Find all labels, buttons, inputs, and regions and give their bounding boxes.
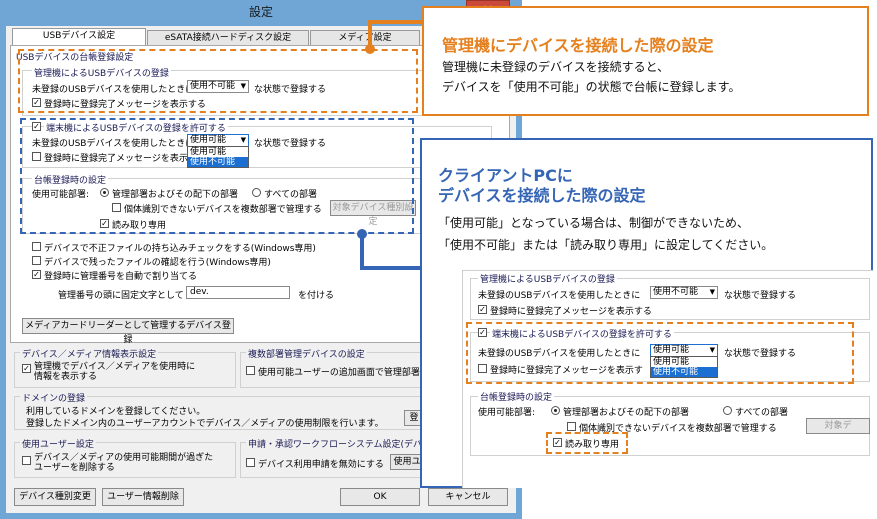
admin-callout: 管理機にデバイスを接続した際の設定 管理機に未登録のデバイスを接続すると、 デバ… <box>422 6 869 116</box>
zoom-radio-all-dept[interactable] <box>723 406 732 415</box>
zoom-line-suffix: な状態で登録する <box>724 291 797 301</box>
admin-connector-dot <box>365 44 375 54</box>
zoom-radio-admin-dept[interactable] <box>551 406 560 415</box>
zoom-terminal-highlight <box>466 322 854 384</box>
zoom-radio-admin-label: 管理部署およびその配下の部署 <box>563 408 690 418</box>
zoom-msg-checkbox[interactable]: ✓ <box>478 305 487 314</box>
client-callout-line2: 「使用不可能」または「読み取り専用」に設定してください。 <box>438 238 774 252</box>
admin-callout-line1: 管理機に未登録のデバイスを接続すると、 <box>442 60 670 74</box>
zoom-register-title: 台帳登録時の設定 <box>478 390 555 403</box>
zoom-line-prefix: 未登録のUSBデバイスを使用したときに <box>478 291 641 301</box>
zoom-msg-label: 登録時に登録完了メッセージを表示する <box>490 307 652 317</box>
admin-callout-line2: デバイスを「使用不可能」の状態で台帳に登録します。 <box>442 80 741 94</box>
client-connector-dot <box>357 229 367 239</box>
zoom-radio-all-label: すべての部署 <box>735 408 789 418</box>
zoom-individual-checkbox[interactable] <box>567 422 576 431</box>
client-callout-line1: 「使用可能」となっている場合は、制御ができないため、 <box>438 216 750 230</box>
zoom-dept-label: 使用可能部署: <box>478 408 536 418</box>
zoom-admin-select[interactable]: 使用不可能 ▼ <box>650 286 718 299</box>
admin-connector-line <box>368 20 422 49</box>
chevron-down-icon: ▼ <box>709 288 715 296</box>
zoom-readonly-highlight <box>546 432 628 454</box>
admin-callout-title: 管理機にデバイスを接続した際の設定 <box>442 36 714 55</box>
zoom-admin-title: 管理機によるUSBデバイスの登録 <box>478 272 617 285</box>
zoom-target-button[interactable]: 対象デ <box>806 418 870 434</box>
client-connector-line <box>360 234 420 270</box>
client-callout-title: クライアントPCに デバイスを接続した際の設定 <box>438 166 646 205</box>
